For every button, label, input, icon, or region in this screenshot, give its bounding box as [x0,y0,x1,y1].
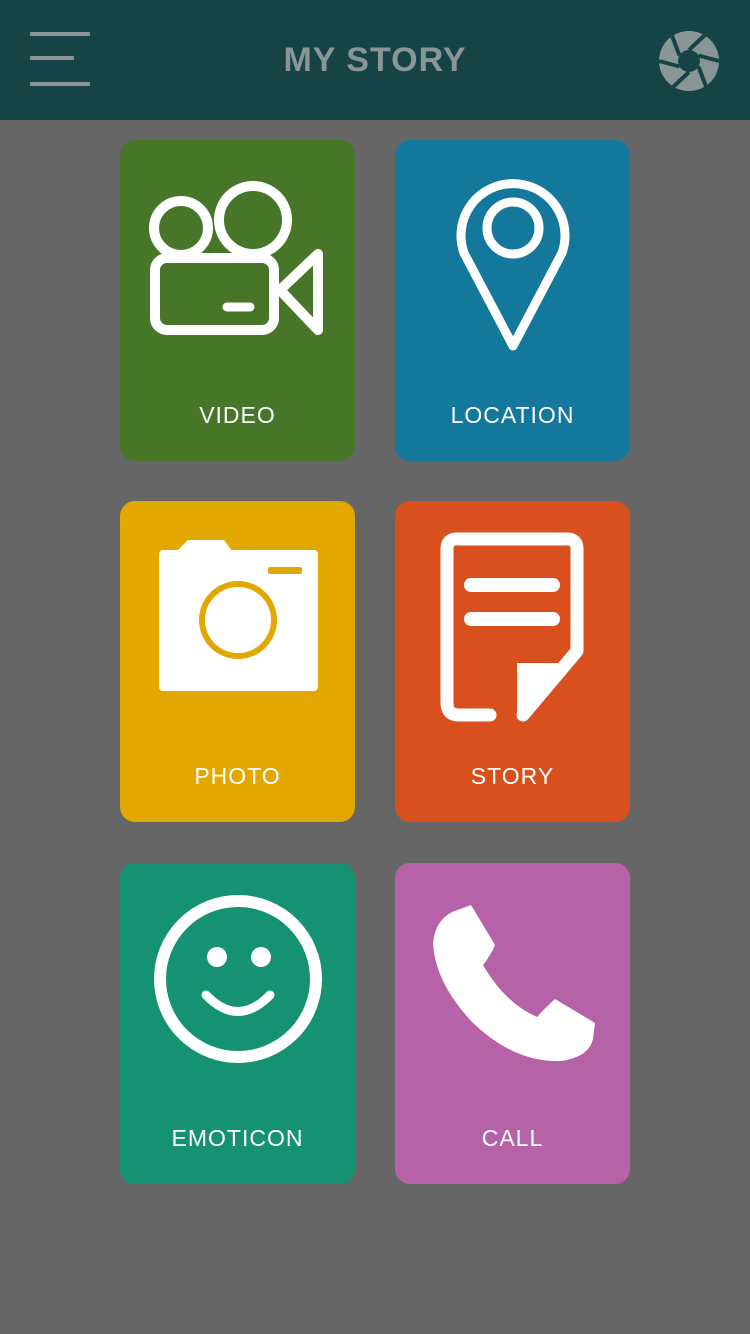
video-tile[interactable]: VIDEO [120,140,355,461]
call-tile-label: CALL [481,1125,544,1151]
camera-shutter-icon [658,31,720,91]
emoticon-tile[interactable]: EMOTICON [120,863,355,1184]
app-screen: MY STORY VIDEO LOCATION PHOTO STORY EMOT… [0,0,750,1334]
photo-camera-icon [159,540,318,691]
story-tile[interactable]: STORY [395,501,630,822]
location-tile[interactable]: LOCATION [395,140,630,461]
emoticon-tile-label: EMOTICON [171,1125,304,1151]
page-title: MY STORY [283,41,467,79]
smiley-face-icon [154,895,322,1063]
hamburger-line [30,32,90,36]
photo-tile[interactable]: PHOTO [120,501,355,822]
header-bar: MY STORY [0,0,750,120]
story-tile-label: STORY [470,763,555,789]
location-tile-label: LOCATION [450,402,575,428]
location-pin-icon [456,179,570,351]
video-tile-label: VIDEO [199,402,276,428]
document-icon [440,532,584,722]
hamburger-line [30,82,90,86]
phone-handset-icon [433,905,595,1062]
photo-tile-label: PHOTO [194,763,281,789]
camera-shutter-button[interactable] [657,29,721,93]
video-camera-icon [149,181,323,335]
call-tile[interactable]: CALL [395,863,630,1184]
